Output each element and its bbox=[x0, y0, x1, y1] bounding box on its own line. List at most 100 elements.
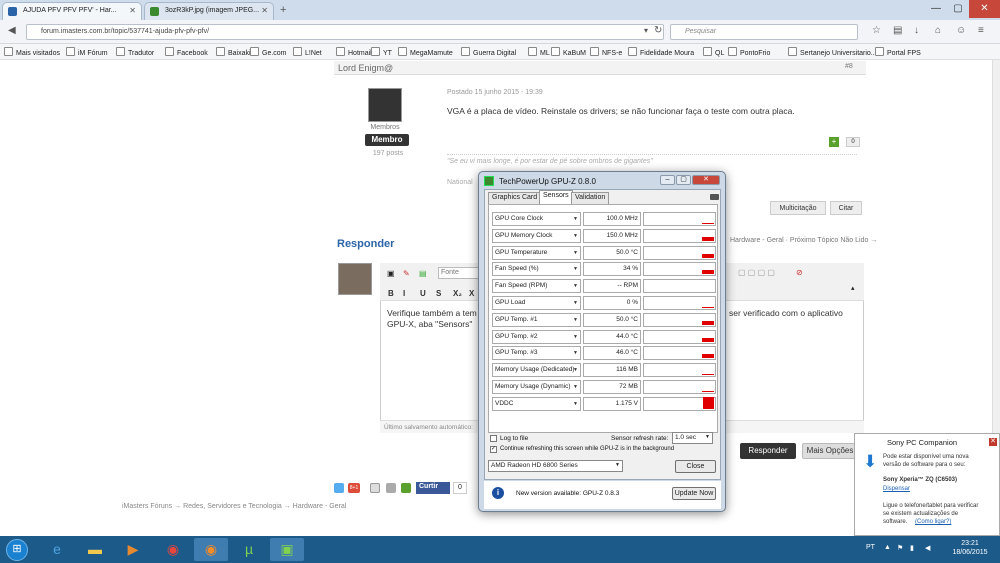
sensor-label[interactable]: Memory Usage (Dedicated) ▼ bbox=[492, 363, 581, 378]
author-avatar[interactable] bbox=[368, 88, 402, 122]
bookmark-item[interactable]: MegaMamute bbox=[398, 47, 453, 57]
bookmark-item[interactable]: NFS-e bbox=[590, 47, 622, 57]
topic-navigation[interactable]: Hardware - Geral · Próximo Tópico Não Li… bbox=[730, 237, 877, 244]
tab-graphics-card[interactable]: Graphics Card bbox=[488, 192, 542, 204]
twitter-icon[interactable] bbox=[334, 483, 344, 493]
close-tab-icon[interactable]: ✕ bbox=[129, 6, 136, 15]
sensor-label[interactable]: GPU Temp. #2 ▼ bbox=[492, 329, 581, 344]
sensor-label[interactable]: GPU Temp. #3 ▼ bbox=[492, 346, 581, 361]
submit-reply-button[interactable]: Responder bbox=[740, 443, 796, 459]
post-number[interactable]: #8 bbox=[845, 63, 853, 70]
format-button[interactable]: X bbox=[469, 289, 474, 298]
sensor-label[interactable]: GPU Temperature ▼ bbox=[492, 245, 581, 260]
internet-explorer-icon[interactable]: e bbox=[40, 538, 74, 561]
email-icon[interactable] bbox=[370, 483, 380, 493]
close-window-icon[interactable]: ✕ bbox=[969, 0, 1000, 18]
download-page-icon[interactable] bbox=[401, 483, 411, 493]
google-plus-icon[interactable]: 8+1 bbox=[348, 483, 360, 493]
reading-list-icon[interactable]: ▤ bbox=[893, 25, 902, 36]
tab-validation[interactable]: Validation bbox=[571, 192, 610, 204]
tab-forum[interactable]: AJUDA PFV PFV PFV' - Har... ✕ bbox=[2, 2, 142, 20]
breadcrumb[interactable]: iMasters Fóruns → Redes, Servidores e Te… bbox=[122, 503, 346, 510]
gpu-select[interactable]: AMD Radeon HD 6800 Series ▼ bbox=[488, 460, 623, 472]
network-icon[interactable]: ▮ bbox=[910, 544, 914, 552]
firefox-icon[interactable]: ◉ bbox=[194, 538, 228, 561]
bookmark-item[interactable]: Hotmail bbox=[336, 47, 372, 57]
tab-sensors[interactable]: Sensors bbox=[539, 190, 573, 204]
continue-refresh-checkbox[interactable]: ✓ bbox=[490, 446, 497, 453]
maximize-icon[interactable]: ▢ bbox=[947, 0, 969, 18]
sensor-label[interactable]: GPU Temp. #1 ▼ bbox=[492, 312, 581, 327]
table-icon[interactable]: ▤ bbox=[419, 269, 427, 278]
language-indicator[interactable]: PT bbox=[866, 544, 875, 551]
bookmark-item[interactable]: ML bbox=[528, 47, 550, 57]
bookmark-item[interactable]: Tradutor bbox=[116, 47, 154, 57]
volume-icon[interactable]: ◀ bbox=[925, 544, 930, 552]
bookmark-item[interactable]: Ge.com bbox=[250, 47, 287, 57]
tray-arrow-icon[interactable]: ▲ bbox=[884, 544, 891, 551]
post-author[interactable]: Lord Enigm@ bbox=[338, 63, 393, 73]
format-button[interactable]: B bbox=[388, 289, 394, 298]
bookmark-item[interactable]: KaBuM bbox=[551, 47, 586, 57]
utorrent-icon[interactable]: µ bbox=[232, 538, 266, 561]
sensor-label[interactable]: GPU Load ▼ bbox=[492, 296, 581, 310]
star-icon[interactable]: ☆ bbox=[872, 25, 881, 36]
format-button[interactable]: U bbox=[420, 289, 426, 298]
log-to-file-checkbox[interactable] bbox=[490, 435, 497, 442]
bookmark-item[interactable]: Sertanejo Universitario... bbox=[788, 47, 877, 57]
paste-icons[interactable]: ▢ ▢ ▢ ▢ bbox=[738, 268, 775, 277]
bookmark-item[interactable]: PontoFrio bbox=[728, 47, 770, 57]
address-bar[interactable]: forum.imasters.com.br/topic/537741-ajuda… bbox=[26, 24, 664, 40]
sensor-label[interactable]: VDDC ▼ bbox=[492, 396, 581, 411]
collapse-toolbar-icon[interactable]: ▴ bbox=[851, 284, 855, 292]
new-tab-icon[interactable]: + bbox=[280, 4, 286, 16]
more-options-button[interactable]: Mais Opções bbox=[802, 443, 858, 459]
multiquote-button[interactable]: Multicitação bbox=[770, 201, 826, 215]
sensor-label[interactable]: Fan Speed (%) ▼ bbox=[492, 262, 581, 277]
bookmark-item[interactable]: iM Fórum bbox=[66, 47, 108, 57]
bookmark-item[interactable]: Facebook bbox=[165, 47, 208, 57]
close-tab-icon[interactable]: ✕ bbox=[261, 6, 268, 15]
bookmark-item[interactable]: Mais visitados bbox=[4, 47, 60, 57]
back-icon[interactable]: ◀ bbox=[8, 25, 16, 36]
bookmark-item[interactable]: QL bbox=[703, 47, 724, 57]
format-button[interactable]: I bbox=[403, 289, 405, 298]
search-input[interactable]: Pesquisar bbox=[670, 24, 858, 40]
emoji-icon[interactable]: ☺ bbox=[956, 25, 966, 36]
dropdown-icon[interactable]: ▾ bbox=[644, 26, 648, 35]
reload-icon[interactable]: ↻ bbox=[654, 25, 662, 36]
facebook-like-button[interactable]: Curtir bbox=[416, 482, 450, 494]
clock[interactable]: 23:21 18/06/2015 bbox=[942, 539, 998, 557]
gpuz-close-button[interactable]: Close bbox=[675, 460, 716, 473]
bookmark-item[interactable]: YT bbox=[371, 47, 392, 57]
update-now-button[interactable]: Update Now bbox=[672, 487, 716, 500]
font-select[interactable]: Fonte bbox=[438, 267, 482, 279]
eraser-icon[interactable]: ✎ bbox=[403, 269, 410, 278]
how-to-connect-link[interactable]: (Como ligar?) bbox=[915, 518, 951, 526]
tab-image[interactable]: 3ozR3kP.jpg (imagem JPEG... ✕ bbox=[144, 2, 274, 20]
notification-close-icon[interactable]: ✕ bbox=[989, 438, 997, 446]
flag-icon[interactable]: ⚑ bbox=[897, 544, 903, 552]
format-button[interactable]: S bbox=[436, 289, 441, 298]
media-player-icon[interactable]: ▶ bbox=[116, 538, 150, 561]
start-button[interactable]: ⊞ bbox=[6, 539, 28, 561]
sensor-label[interactable]: GPU Core Clock ▼ bbox=[492, 212, 581, 226]
gpuz-taskbar-icon[interactable]: ▣ bbox=[270, 538, 304, 561]
chrome-icon[interactable]: ◉ bbox=[156, 538, 190, 561]
dismiss-link[interactable]: Dispensar bbox=[883, 485, 910, 493]
quote-button[interactable]: Citar bbox=[830, 201, 862, 215]
upvote-button[interactable]: + bbox=[829, 137, 839, 147]
home-icon[interactable]: ⌂ bbox=[935, 25, 941, 36]
menu-icon[interactable]: ≡ bbox=[978, 25, 984, 36]
spellcheck-icon[interactable]: ⊘ bbox=[796, 268, 803, 277]
gpuz-maximize-icon[interactable]: ▢ bbox=[676, 175, 691, 185]
gpuz-minimize-icon[interactable]: – bbox=[660, 175, 675, 185]
print-icon[interactable] bbox=[386, 483, 396, 493]
source-icon[interactable]: ▣ bbox=[387, 269, 395, 278]
sensor-label[interactable]: Memory Usage (Dynamic) ▼ bbox=[492, 380, 581, 394]
gpuz-close-icon[interactable]: ✕ bbox=[692, 175, 720, 185]
bookmark-item[interactable]: Baixaki bbox=[216, 47, 251, 57]
format-button[interactable]: X₂ bbox=[453, 289, 462, 298]
bookmark-item[interactable]: L!Net bbox=[293, 47, 322, 57]
screenshot-icon[interactable] bbox=[710, 194, 719, 200]
